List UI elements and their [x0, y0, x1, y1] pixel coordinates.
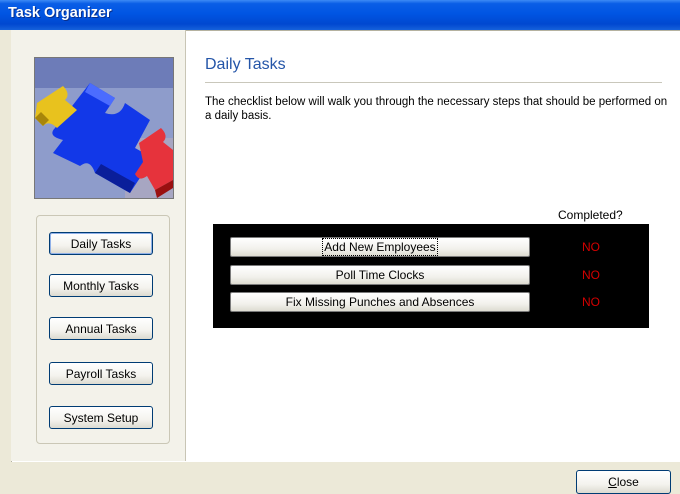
task-label: Poll Time Clocks [335, 268, 425, 282]
task-status-badge: NO [582, 268, 600, 282]
title-bar: Task Organizer [0, 0, 680, 30]
page-title: Daily Tasks [205, 56, 286, 73]
monthly-tasks-button[interactable]: Monthly Tasks [49, 274, 153, 297]
puzzle-pieces-logo [34, 57, 174, 199]
close-accelerator: C [608, 475, 617, 489]
system-setup-button[interactable]: System Setup [49, 406, 153, 429]
annual-tasks-button[interactable]: Annual Tasks [49, 317, 153, 340]
add-new-employees-button[interactable]: Add New Employees [230, 237, 530, 257]
poll-time-clocks-button[interactable]: Poll Time Clocks [230, 265, 530, 285]
close-button[interactable]: Close [576, 470, 671, 494]
close-label: lose [616, 475, 639, 489]
description-text: The checklist below will walk you throug… [205, 96, 668, 122]
task-category-nav: Daily Tasks Monthly Tasks Annual Tasks P… [36, 215, 170, 444]
task-label: Fix Missing Punches and Absences [285, 295, 475, 309]
payroll-tasks-button[interactable]: Payroll Tasks [49, 362, 153, 385]
task-checklist: Add New Employees NO Poll Time Clocks NO… [213, 224, 649, 328]
daily-tasks-button[interactable]: Daily Tasks [49, 232, 153, 255]
title-divider [205, 82, 662, 83]
fix-missing-punches-button[interactable]: Fix Missing Punches and Absences [230, 292, 530, 312]
task-status-badge: NO [582, 240, 600, 254]
completed-column-header: Completed? [558, 208, 623, 222]
window-title: Task Organizer [8, 5, 112, 21]
task-label: Add New Employees [322, 238, 438, 256]
task-status-badge: NO [582, 295, 600, 309]
